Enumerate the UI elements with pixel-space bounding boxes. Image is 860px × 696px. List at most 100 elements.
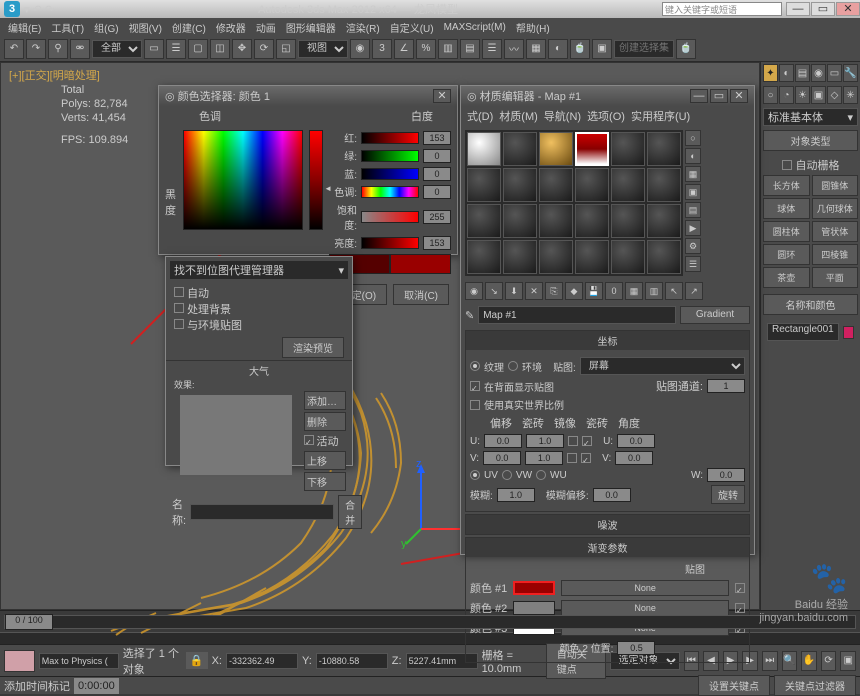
layer-icon[interactable]: ☰ xyxy=(482,39,502,59)
motion-tab-icon[interactable]: ◉ xyxy=(811,64,826,82)
material-slot[interactable] xyxy=(467,168,501,202)
noise-header[interactable]: 噪波 xyxy=(466,515,749,534)
menu-graph-editors[interactable]: 图形编辑器 xyxy=(282,20,340,35)
object-type-header[interactable]: 对象类型 xyxy=(763,130,858,151)
tube-button[interactable]: 管状体 xyxy=(812,221,859,242)
named-selection-input[interactable] xyxy=(614,40,674,58)
link-icon[interactable]: ⚲ xyxy=(48,39,68,59)
reset-icon[interactable]: ✕ xyxy=(525,282,543,300)
color2-pos-spinner[interactable]: 0.5 xyxy=(617,641,655,655)
time-marker[interactable]: 0 / 100 xyxy=(5,614,53,630)
max-toggle-icon[interactable]: ▣ xyxy=(840,651,856,671)
wu-radio[interactable] xyxy=(536,470,546,480)
red-spinner[interactable]: 153 xyxy=(423,131,451,145)
rotate-button[interactable]: 旋转 xyxy=(711,485,745,504)
material-slot-selected[interactable] xyxy=(575,132,609,166)
menu-modifiers[interactable]: 修改器 xyxy=(212,20,250,35)
color2-enable-checkbox[interactable] xyxy=(735,603,745,613)
mirror-icon[interactable]: ▥ xyxy=(438,39,458,59)
go-forward-icon[interactable]: ↗ xyxy=(685,282,703,300)
cancel-button[interactable]: 取消(C) xyxy=(393,284,449,305)
material-slot[interactable] xyxy=(575,168,609,202)
material-slot[interactable] xyxy=(539,168,573,202)
effect-name-input[interactable] xyxy=(190,504,334,520)
close-button[interactable]: ✕ xyxy=(836,2,860,16)
background-icon[interactable]: ▦ xyxy=(685,166,701,182)
move-up-button[interactable]: 上移 xyxy=(304,451,346,470)
curve-editor-icon[interactable]: 〰 xyxy=(504,39,524,59)
move-down-button[interactable]: 下移 xyxy=(304,472,346,491)
x-coord-input[interactable] xyxy=(226,653,298,669)
object-name-input[interactable]: Rectangle001 xyxy=(767,323,839,341)
lights-cat-icon[interactable]: ☀ xyxy=(795,86,810,104)
material-slot[interactable] xyxy=(467,132,501,166)
modify-tab-icon[interactable]: ◐ xyxy=(779,64,794,82)
menu-edit[interactable]: 编辑(E) xyxy=(4,20,45,35)
v-angle-spinner[interactable]: 0.0 xyxy=(615,451,653,465)
geometry-cat-icon[interactable]: ○ xyxy=(763,86,778,104)
color1-map-button[interactable]: None xyxy=(561,580,729,596)
menu-tools[interactable]: 工具(T) xyxy=(47,20,88,35)
select-name-icon[interactable]: ☰ xyxy=(166,39,186,59)
get-material-icon[interactable]: ◉ xyxy=(465,282,483,300)
mat-id-icon[interactable]: 0 xyxy=(605,282,623,300)
effects-listbox[interactable] xyxy=(180,395,292,475)
put-to-scene-icon[interactable]: ↘ xyxy=(485,282,503,300)
move-icon[interactable]: ✥ xyxy=(232,39,252,59)
blur-spinner[interactable]: 1.0 xyxy=(497,488,535,502)
teapot-button[interactable]: 茶壶 xyxy=(763,267,810,288)
orbit-icon[interactable]: ⟳ xyxy=(821,651,837,671)
v-offset-spinner[interactable]: 0.0 xyxy=(483,451,521,465)
align-icon[interactable]: ▤ xyxy=(460,39,480,59)
gradient-header[interactable]: 渐变参数 xyxy=(466,538,749,557)
sat-slider[interactable] xyxy=(361,211,419,223)
auto-checkbox[interactable] xyxy=(174,287,184,297)
color-field[interactable] xyxy=(183,130,303,230)
plane-button[interactable]: 平面 xyxy=(812,267,859,288)
material-slot[interactable] xyxy=(503,168,537,202)
val-spinner[interactable]: 153 xyxy=(423,236,451,250)
make-unique-icon[interactable]: ◆ xyxy=(565,282,583,300)
material-slot[interactable] xyxy=(611,240,645,274)
material-slot[interactable] xyxy=(503,204,537,238)
backlight-icon[interactable]: ◐ xyxy=(685,148,701,164)
blue-spinner[interactable]: 0 xyxy=(423,167,451,181)
schematic-icon[interactable]: ▦ xyxy=(526,39,546,59)
env-checkbox[interactable] xyxy=(174,319,184,329)
hue-spinner[interactable]: 0 xyxy=(423,185,451,199)
name-color-header[interactable]: 名称和颜色 xyxy=(763,294,858,315)
material-slot[interactable] xyxy=(647,168,681,202)
render-setup-icon[interactable]: 🍵 xyxy=(570,39,590,59)
unlink-icon[interactable]: ⚮ xyxy=(70,39,90,59)
color1-swatch[interactable] xyxy=(513,581,555,595)
material-slot[interactable] xyxy=(539,240,573,274)
assign-icon[interactable]: ⬇ xyxy=(505,282,523,300)
y-coord-input[interactable] xyxy=(316,653,388,669)
snap-icon[interactable]: 3 xyxy=(372,39,392,59)
material-slot[interactable] xyxy=(503,240,537,274)
v-tiling-spinner[interactable]: 1.0 xyxy=(525,451,563,465)
menu-rendering[interactable]: 渲染(R) xyxy=(342,20,384,35)
material-slot[interactable] xyxy=(467,240,501,274)
whiteness-strip[interactable] xyxy=(309,130,323,230)
green-slider[interactable] xyxy=(361,150,419,162)
undo-icon[interactable]: ↶ xyxy=(4,39,24,59)
material-slot[interactable] xyxy=(611,204,645,238)
blue-slider[interactable] xyxy=(361,168,419,180)
select-icon[interactable]: ▭ xyxy=(144,39,164,59)
select-by-mat-icon[interactable]: ☰ xyxy=(685,256,701,272)
u-tiling-spinner[interactable]: 1.0 xyxy=(526,434,564,448)
maximize-button[interactable]: ▭ xyxy=(811,2,835,16)
proxy-dropdown[interactable]: 找不到位图代理管理器▾ xyxy=(170,261,348,279)
u-tile-checkbox[interactable] xyxy=(582,436,592,446)
select-rect-icon[interactable]: ▢ xyxy=(188,39,208,59)
viewport-label[interactable]: [+][正交][明暗处理] xyxy=(9,67,100,83)
angle-snap-icon[interactable]: ∠ xyxy=(394,39,414,59)
box-button[interactable]: 长方体 xyxy=(763,175,810,196)
mat-menu-utilities[interactable]: 实用程序(U) xyxy=(631,108,690,124)
material-slot[interactable] xyxy=(539,132,573,166)
real-world-checkbox[interactable] xyxy=(470,400,480,410)
material-editor-icon[interactable]: ◐ xyxy=(548,39,568,59)
sample-uv-icon[interactable]: ▣ xyxy=(685,184,701,200)
sphere-button[interactable]: 球体 xyxy=(763,198,810,219)
